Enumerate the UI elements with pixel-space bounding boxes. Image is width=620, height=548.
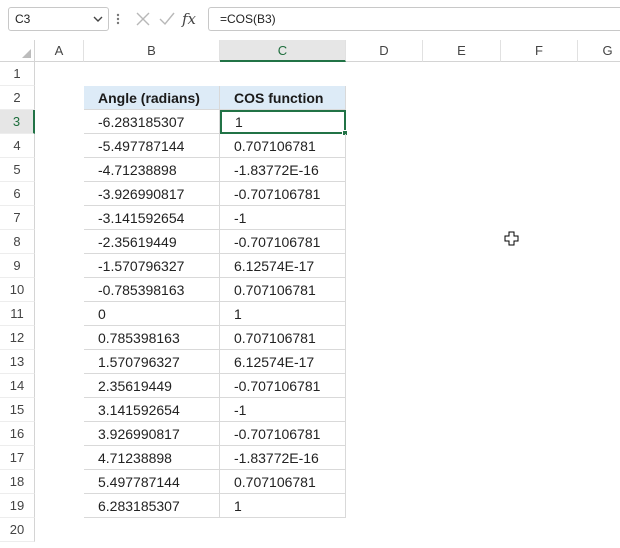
cell-cos[interactable]: 0.707106781 (220, 134, 346, 158)
cell-cos[interactable]: 1 (220, 494, 346, 518)
column-header-b[interactable]: B (84, 40, 220, 62)
cell-angle[interactable]: 0.785398163 (84, 326, 220, 350)
cell-angle[interactable]: -6.283185307 (84, 110, 220, 134)
row-header-13[interactable]: 13 (0, 350, 35, 374)
enter-icon[interactable] (157, 9, 177, 29)
column-header-d[interactable]: D (346, 40, 423, 62)
cell-cos[interactable]: 0.707106781 (220, 326, 346, 350)
name-box[interactable]: C3 (8, 7, 109, 31)
formula-bar: C3 fx =COS(B3) (0, 0, 620, 38)
row-header-6[interactable]: 6 (0, 182, 35, 206)
formula-text: =COS(B3) (220, 12, 276, 26)
more-options-icon[interactable] (116, 10, 120, 28)
spreadsheet-grid: A B C D E F G 1 2 3 4 5 6 7 8 9 10 11 12 13 14 15 16 17 18 19 20 An… (0, 40, 620, 548)
cell-cos[interactable]: 1 (220, 302, 346, 326)
cell-angle[interactable]: -1.570796327 (84, 254, 220, 278)
row-header-1[interactable]: 1 (0, 62, 35, 86)
chevron-down-icon[interactable] (92, 8, 104, 30)
cell-angle[interactable]: 3.141592654 (84, 398, 220, 422)
cell-angle[interactable]: 4.71238898 (84, 446, 220, 470)
row-header-4[interactable]: 4 (0, 134, 35, 158)
table-header-cos[interactable]: COS function (220, 86, 346, 110)
cell-cos[interactable]: -1.83772E-16 (220, 446, 346, 470)
cell-cos[interactable]: 6.12574E-17 (220, 254, 346, 278)
cell-cursor-icon (504, 231, 519, 246)
row-header-19[interactable]: 19 (0, 494, 35, 518)
cell-cos[interactable]: -0.707106781 (220, 422, 346, 446)
row-header-8[interactable]: 8 (0, 230, 35, 254)
column-header-e[interactable]: E (423, 40, 501, 62)
row-header-3[interactable]: 3 (0, 110, 35, 134)
cancel-icon[interactable] (133, 9, 153, 29)
column-header-c[interactable]: C (220, 40, 346, 62)
row-header-11[interactable]: 11 (0, 302, 35, 326)
cell-angle[interactable]: -2.35619449 (84, 230, 220, 254)
row-header-10[interactable]: 10 (0, 278, 35, 302)
cell-angle[interactable]: 6.283185307 (84, 494, 220, 518)
fx-icon[interactable]: fx (182, 8, 202, 30)
column-header-a[interactable]: A (35, 40, 84, 62)
row-header-16[interactable]: 16 (0, 422, 35, 446)
cell-cos[interactable]: -1 (220, 398, 346, 422)
cell-cos[interactable]: 6.12574E-17 (220, 350, 346, 374)
cell-cos[interactable]: -0.707106781 (220, 230, 346, 254)
row-header-2[interactable]: 2 (0, 86, 35, 110)
column-header-f[interactable]: F (501, 40, 578, 62)
name-box-value: C3 (15, 12, 31, 26)
cell-angle[interactable]: 3.926990817 (84, 422, 220, 446)
row-header-20[interactable]: 20 (0, 518, 35, 542)
row-header-14[interactable]: 14 (0, 374, 35, 398)
row-header-5[interactable]: 5 (0, 158, 35, 182)
formula-input[interactable]: =COS(B3) (208, 7, 620, 31)
cell-angle[interactable]: -5.497787144 (84, 134, 220, 158)
cell-angle[interactable]: 5.497787144 (84, 470, 220, 494)
select-all-button[interactable] (0, 40, 35, 62)
cell-cos[interactable]: -0.707106781 (220, 374, 346, 398)
row-header-9[interactable]: 9 (0, 254, 35, 278)
column-header-g[interactable]: G (578, 40, 620, 62)
cell-angle[interactable]: -4.71238898 (84, 158, 220, 182)
table-header-angle[interactable]: Angle (radians) (84, 86, 220, 110)
cell-cos[interactable]: -0.707106781 (220, 182, 346, 206)
cell-angle[interactable]: -0.785398163 (84, 278, 220, 302)
cell-cos[interactable]: -1 (220, 206, 346, 230)
select-all-icon (22, 49, 31, 58)
cell-cos[interactable]: -1.83772E-16 (220, 158, 346, 182)
active-cell[interactable]: 1 (220, 110, 346, 134)
cell-angle[interactable]: 0 (84, 302, 220, 326)
cell-angle[interactable]: -3.141592654 (84, 206, 220, 230)
cell-cos[interactable]: 0.707106781 (220, 278, 346, 302)
cell-angle[interactable]: -3.926990817 (84, 182, 220, 206)
row-header-15[interactable]: 15 (0, 398, 35, 422)
cell-angle[interactable]: 2.35619449 (84, 374, 220, 398)
cell-angle[interactable]: 1.570796327 (84, 350, 220, 374)
cell-cos[interactable]: 0.707106781 (220, 470, 346, 494)
row-header-17[interactable]: 17 (0, 446, 35, 470)
row-header-12[interactable]: 12 (0, 326, 35, 350)
row-header-18[interactable]: 18 (0, 470, 35, 494)
row-header-7[interactable]: 7 (0, 206, 35, 230)
